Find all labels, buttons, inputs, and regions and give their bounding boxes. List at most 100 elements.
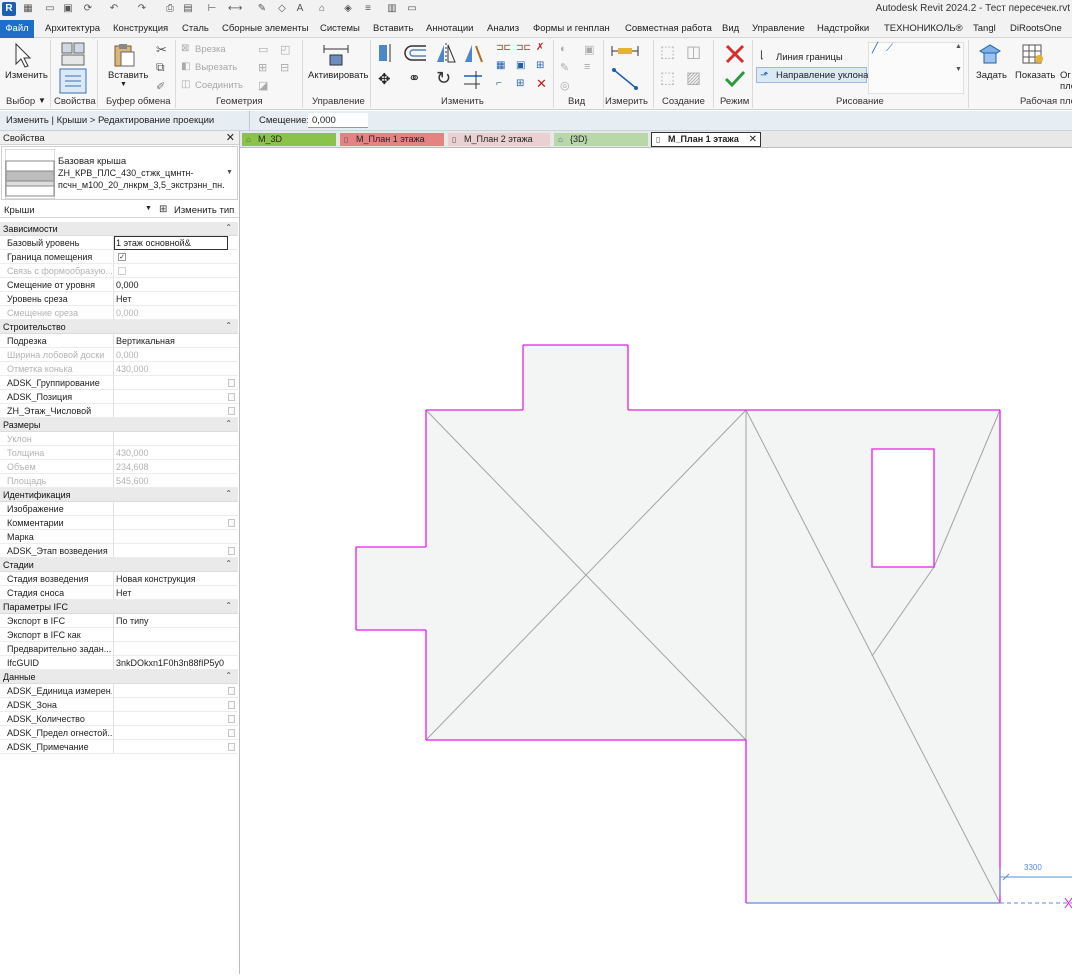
group-identity[interactable]: Идентификация ⌃ xyxy=(0,488,238,502)
trim-extend-icon[interactable] xyxy=(462,70,484,90)
chevron-down-icon[interactable]: ▼ xyxy=(955,66,962,73)
open-icon[interactable]: ▭ xyxy=(44,3,56,15)
edit-value-button[interactable] xyxy=(228,715,235,723)
property-row[interactable]: ADSK_Позиция xyxy=(0,390,238,404)
property-row[interactable]: ADSK_Группирование xyxy=(0,376,238,390)
offset-icon[interactable] xyxy=(404,42,430,64)
set-workplane-icon[interactable] xyxy=(978,43,1002,65)
tab-systems[interactable]: Системы xyxy=(320,23,360,34)
copy-element-icon[interactable]: ⚭ xyxy=(408,69,421,87)
property-row[interactable]: Марка xyxy=(0,530,238,544)
category-filter[interactable]: Крыши xyxy=(4,205,35,216)
ref-plane-button[interactable]: Ог пло xyxy=(1060,70,1072,92)
tab-view-plan-1[interactable]: ▯ М_План 1 этажа xyxy=(340,133,444,146)
cut-geometry-icon[interactable]: ◧ xyxy=(181,61,190,72)
cope-button[interactable]: Врезка xyxy=(195,44,226,55)
thin-lines-icon[interactable]: ≡ xyxy=(362,3,374,15)
demolish-icon[interactable]: ⊟ xyxy=(280,61,289,74)
close-hidden-icon[interactable]: ▥ xyxy=(386,3,398,15)
group-ifc[interactable]: Параметры IFC ⌃ xyxy=(0,600,238,614)
create-parts-icon[interactable]: ◫ xyxy=(686,42,701,62)
property-row[interactable]: Экспорт в IFC как xyxy=(0,628,238,642)
print-icon[interactable]: ⎙ xyxy=(164,3,176,15)
scissors-icon[interactable]: ✂ xyxy=(156,42,167,58)
property-row[interactable]: Ширина лобовой доски 0,000 xyxy=(0,348,238,362)
tab-addins[interactable]: Надстройки xyxy=(817,23,869,34)
array-icon[interactable]: ▦ xyxy=(496,60,505,71)
collapse-icon[interactable]: ⌃ xyxy=(225,601,232,610)
boundary-line-button[interactable]: Линия границы xyxy=(776,52,843,63)
property-row[interactable]: Комментарии xyxy=(0,516,238,530)
property-row[interactable]: ADSK_Этап возведения xyxy=(0,544,238,558)
close-icon[interactable]: ✕ xyxy=(749,133,757,146)
paste-icon[interactable] xyxy=(112,42,136,68)
tab-collaborate[interactable]: Совместная работа xyxy=(625,23,712,34)
hide-icon[interactable]: ◐ xyxy=(560,43,567,55)
panel-properties[interactable]: Свойства xyxy=(54,96,96,107)
tab-view[interactable]: Вид xyxy=(722,23,739,34)
property-checkbox[interactable]: ✓ xyxy=(118,253,126,261)
panel-clipboard[interactable]: Буфер обмена xyxy=(106,96,171,107)
property-row[interactable]: Отметка конька 430,000 xyxy=(0,362,238,376)
undo-icon[interactable]: ↶ xyxy=(108,3,120,15)
group-construction[interactable]: Строительство ⌃ xyxy=(0,320,238,334)
temp-hide-icon[interactable]: ◎ xyxy=(560,79,570,92)
pdf-icon[interactable]: ▤ xyxy=(182,3,194,15)
measure-icon[interactable] xyxy=(610,44,640,58)
mirror-axis-icon[interactable] xyxy=(434,42,458,64)
split-face-icon[interactable]: ◰ xyxy=(280,43,290,56)
tab-steel[interactable]: Сталь xyxy=(182,23,209,34)
edit-value-button[interactable] xyxy=(228,393,235,401)
panel-draw[interactable]: Рисование xyxy=(836,96,884,107)
drawing-area[interactable]: 3300 xyxy=(241,148,1072,974)
opening-fill[interactable] xyxy=(872,449,934,567)
pencil-qat-icon[interactable]: ✎ xyxy=(256,3,268,15)
dimension-qat-icon[interactable]: ⟷ xyxy=(228,3,242,15)
offset-input[interactable]: 0,000 xyxy=(308,113,368,128)
cancel-edit-icon[interactable] xyxy=(724,43,746,65)
tab-precast[interactable]: Сборные элементы xyxy=(222,23,309,34)
property-row[interactable]: Смещение от уровня 0,000 xyxy=(0,278,238,292)
aligned-dimension-icon[interactable] xyxy=(610,68,640,90)
property-row[interactable]: ADSK_Единица измерен... xyxy=(0,684,238,698)
scale-icon[interactable]: ▣ xyxy=(516,60,525,71)
trim-single-icon[interactable]: ⌐ xyxy=(496,78,502,89)
dimension-value[interactable]: 3300 xyxy=(1024,863,1042,872)
finish-edit-icon[interactable] xyxy=(724,69,746,89)
property-row[interactable]: Изображение xyxy=(0,502,238,516)
panel-workplane[interactable]: Рабочая пло xyxy=(1020,96,1072,107)
revit-app-icon[interactable]: R xyxy=(2,2,16,16)
property-row[interactable]: IfcGUID 3nkDOkxn1F0h3n88fIP5y0 xyxy=(0,656,238,670)
save-icon[interactable]: ▣ xyxy=(62,3,74,15)
tab-analyze[interactable]: Анализ xyxy=(487,23,519,34)
chevron-down-icon[interactable]: ▼ xyxy=(226,169,233,176)
tab-technonicol[interactable]: ТЕХНОНИКОЛЬ® xyxy=(884,23,963,34)
slope-arrow-button[interactable]: Направление уклона xyxy=(776,70,868,81)
group-dimensions[interactable]: Размеры ⌃ xyxy=(0,418,238,432)
edit-value-button[interactable] xyxy=(228,701,235,709)
view-override-icon[interactable]: ≡ xyxy=(584,61,590,73)
property-row[interactable]: Площадь 545,600 xyxy=(0,474,238,488)
pick-lines-icon[interactable]: ⟋ xyxy=(886,43,893,54)
tab-manage[interactable]: Управление xyxy=(752,23,805,34)
move-icon[interactable]: ✥ xyxy=(378,70,391,88)
tab-insert[interactable]: Вставить xyxy=(373,23,413,34)
edit-value-button[interactable] xyxy=(228,407,235,415)
edit-value-button[interactable] xyxy=(228,519,235,527)
tab-dirootsone[interactable]: DiRootsOne xyxy=(1010,23,1062,34)
edit-value-button[interactable] xyxy=(228,687,235,695)
collapse-icon[interactable]: ⌃ xyxy=(225,321,232,330)
unjoin-icon[interactable]: ▭ xyxy=(258,43,268,56)
property-row[interactable]: Связь с формообразую... xyxy=(0,264,238,278)
property-row[interactable]: ZH_Этаж_Числовой xyxy=(0,404,238,418)
tab-massing-site[interactable]: Формы и генплан xyxy=(533,23,610,34)
rotate-icon[interactable]: ↻ xyxy=(436,68,451,89)
create-assembly-icon[interactable]: ⬚ xyxy=(660,42,675,62)
copy-icon[interactable]: ⧉ xyxy=(156,60,165,75)
align-icon[interactable] xyxy=(376,42,398,64)
property-row[interactable]: Стадия сноса Нет xyxy=(0,586,238,600)
mirror-draw-icon[interactable] xyxy=(462,42,484,64)
edit-value-button[interactable] xyxy=(228,743,235,751)
panel-control[interactable]: Управление xyxy=(312,96,365,107)
pin-icon[interactable]: ⊞ xyxy=(536,60,544,71)
